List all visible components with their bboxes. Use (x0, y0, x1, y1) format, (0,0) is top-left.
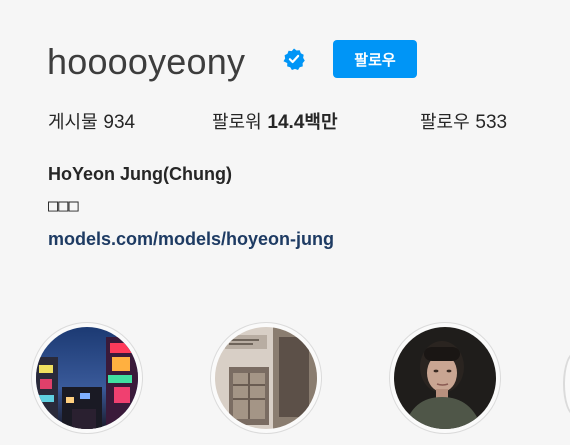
story-highlight-2[interactable] (210, 322, 322, 434)
portrait-photo (394, 327, 496, 429)
follow-button[interactable]: 팔로우 (333, 40, 417, 78)
followers-label: 팔로워 (212, 112, 262, 133)
story-highlight-3[interactable] (389, 322, 501, 434)
profile-bio-text: □□□ (48, 196, 79, 216)
story-highlight-4-partial[interactable] (563, 352, 570, 416)
posts-count: 게시물 934 (48, 108, 135, 134)
room-photo (215, 327, 317, 429)
following-label: 팔로우 (420, 112, 470, 133)
followers-link[interactable]: 팔로워 14.4백만 (212, 108, 338, 134)
profile-website-link[interactable]: models.com/models/hoyeon-jung (48, 229, 334, 250)
story-highlight-1[interactable] (31, 322, 143, 434)
following-link[interactable]: 팔로우 533 (420, 108, 507, 134)
city-night-photo (36, 327, 138, 429)
profile-username: hooooyeony (47, 41, 246, 82)
posts-value: 934 (103, 112, 136, 133)
followers-value: 14.4 (267, 112, 305, 133)
following-value: 533 (475, 112, 508, 133)
profile-full-name: HoYeon Jung(Chung) (48, 164, 232, 184)
profile-stats: 게시물 934 팔로워 14.4백만 팔로우 533 (0, 108, 570, 136)
verified-badge-icon (283, 48, 305, 70)
posts-label: 게시물 (48, 112, 98, 133)
followers-unit: 백만 (304, 112, 338, 133)
